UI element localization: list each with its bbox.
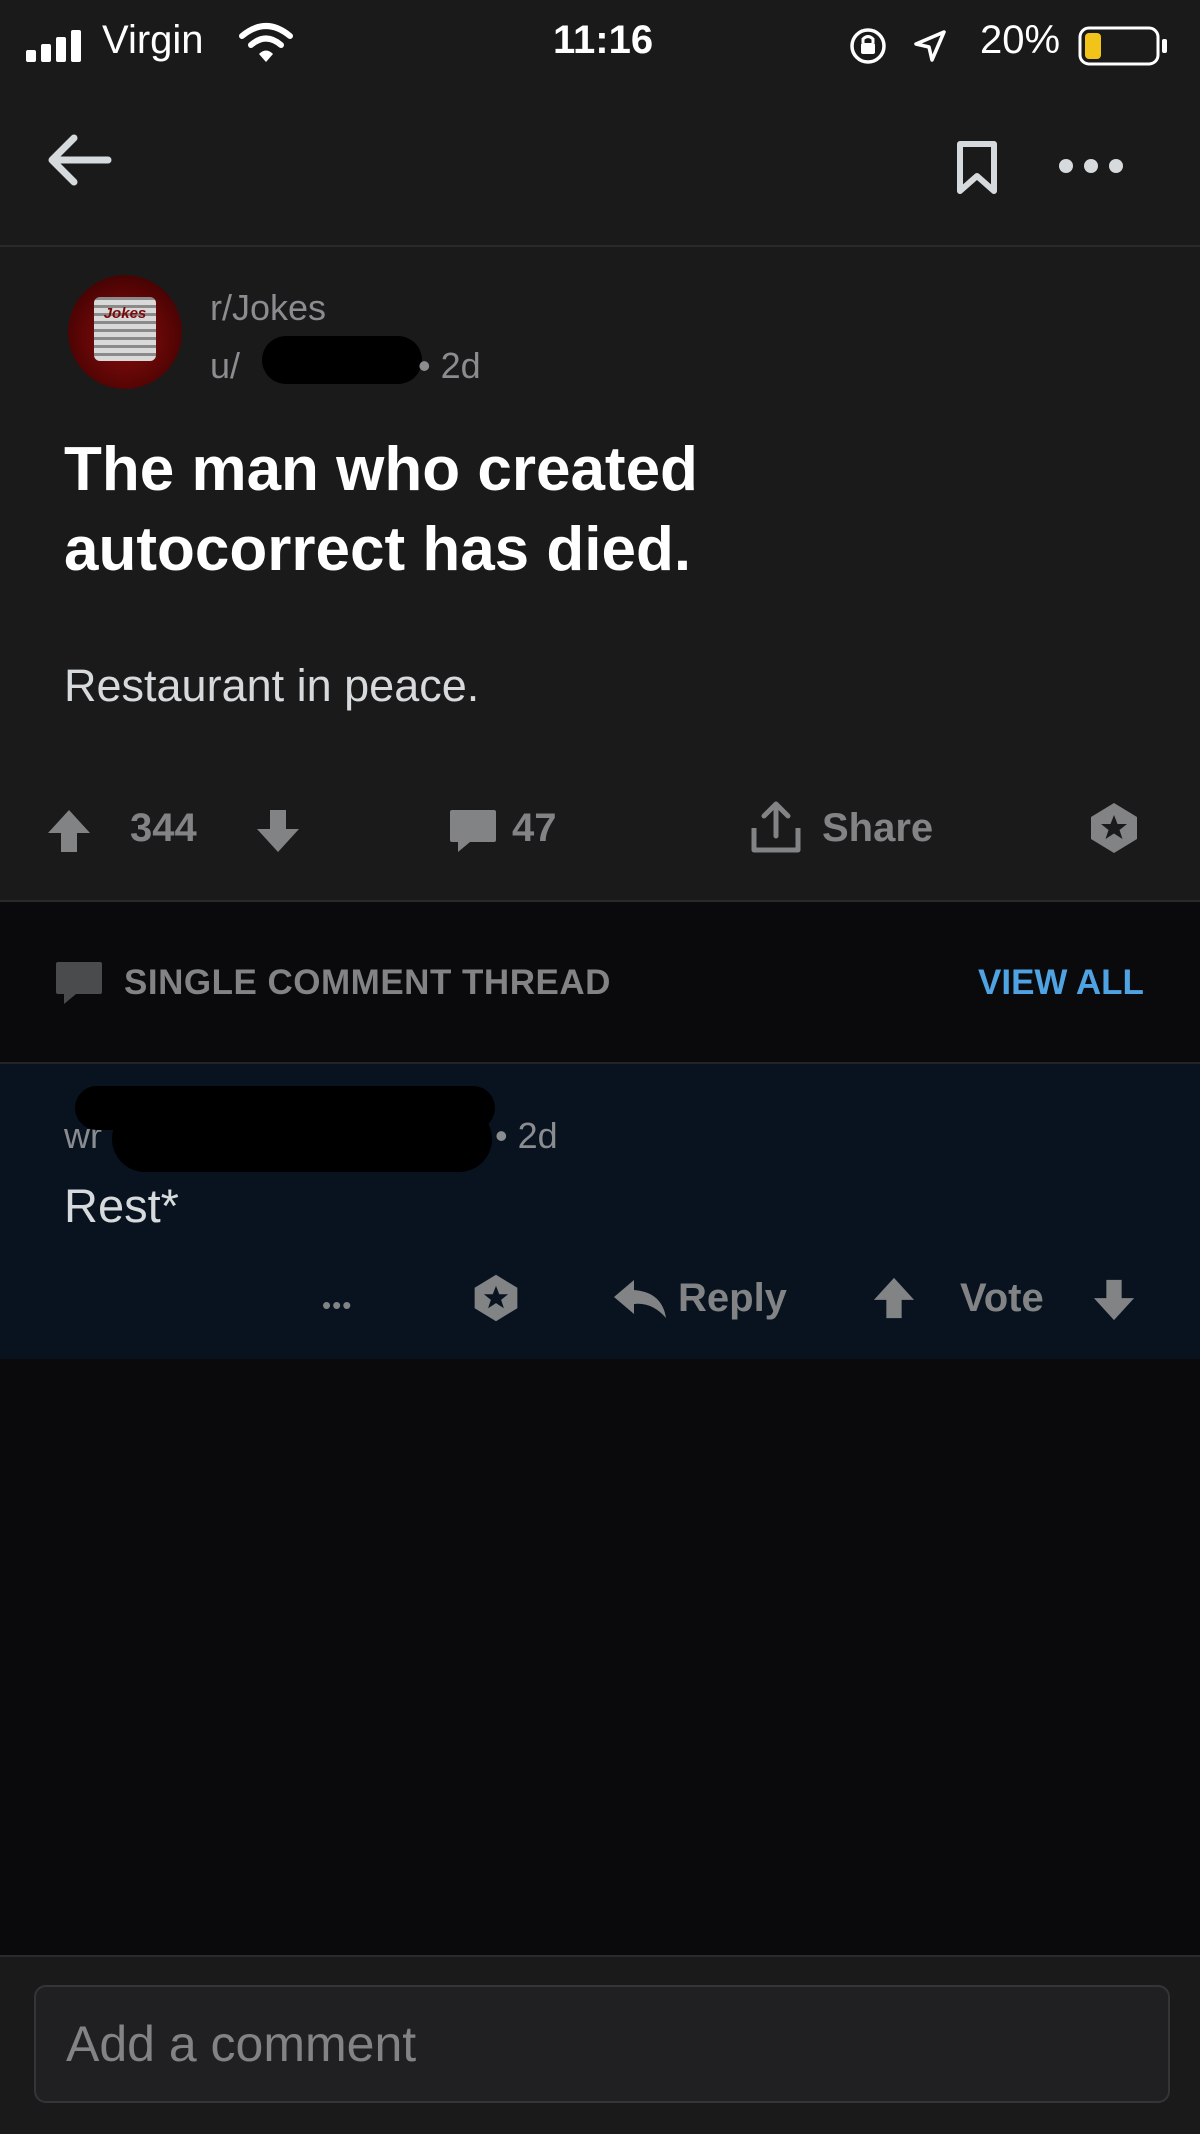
- location-arrow-icon: [912, 28, 948, 64]
- downvote-arrow-icon[interactable]: [255, 808, 301, 854]
- wifi-icon: [238, 22, 294, 64]
- signal-icon: [26, 30, 92, 62]
- battery-icon: [1078, 26, 1170, 66]
- comment-downvote-icon[interactable]: [1092, 1278, 1136, 1322]
- comment-age: • 2d: [495, 1115, 558, 1156]
- add-comment-input[interactable]: [34, 1985, 1170, 2103]
- view-all-link[interactable]: VIEW ALL: [978, 963, 1144, 1003]
- subreddit-name[interactable]: r/Jokes: [210, 287, 326, 329]
- post-title: The man who created autocorrect has died…: [64, 430, 964, 590]
- comment-text: Rest*: [64, 1179, 179, 1232]
- post-author-prefix[interactable]: u/: [210, 345, 240, 387]
- clock: 11:16: [553, 18, 654, 62]
- back-arrow-icon[interactable]: [42, 130, 114, 190]
- comment-count[interactable]: 47: [512, 806, 557, 851]
- battery-percentage: 20%: [980, 18, 1061, 62]
- thread-title: SINGLE COMMENT THREAD: [124, 963, 611, 1002]
- share-icon[interactable]: [748, 798, 804, 856]
- avatar-logo-text: Jokes: [103, 305, 147, 322]
- vote-label: Vote: [960, 1276, 1044, 1320]
- post-title-line-1: The man who created: [64, 435, 698, 504]
- rotation-lock-icon: [848, 26, 888, 66]
- award-icon[interactable]: [1086, 800, 1142, 856]
- comments-icon[interactable]: [448, 808, 498, 854]
- reply-arrow-icon[interactable]: [612, 1278, 668, 1320]
- reply-button[interactable]: Reply: [678, 1276, 787, 1321]
- upvote-arrow-icon[interactable]: [46, 808, 92, 854]
- comment-award-icon[interactable]: [470, 1272, 522, 1324]
- more-options-icon[interactable]: [1056, 156, 1126, 176]
- subreddit-avatar[interactable]: Jokes: [68, 275, 182, 389]
- comment-upvote-icon[interactable]: [872, 1276, 916, 1320]
- carrier-name: Virgin: [102, 18, 204, 62]
- post-age: • 2d: [418, 345, 481, 386]
- post-body: Restaurant in peace.: [64, 660, 480, 711]
- redacted-username: [262, 336, 422, 384]
- navigation-bar: [0, 90, 1200, 247]
- share-button[interactable]: Share: [822, 806, 933, 851]
- status-bar: Virgin 11:16 20%: [0, 0, 1200, 90]
- comment-more-options[interactable]: •••: [322, 1290, 352, 1321]
- post-score: 344: [130, 806, 197, 850]
- redacted-comment-username: [112, 1106, 492, 1172]
- bookmark-icon[interactable]: [955, 140, 999, 196]
- post-title-line-2: autocorrect has died.: [64, 515, 692, 584]
- comment-bubble-icon: [54, 960, 104, 1006]
